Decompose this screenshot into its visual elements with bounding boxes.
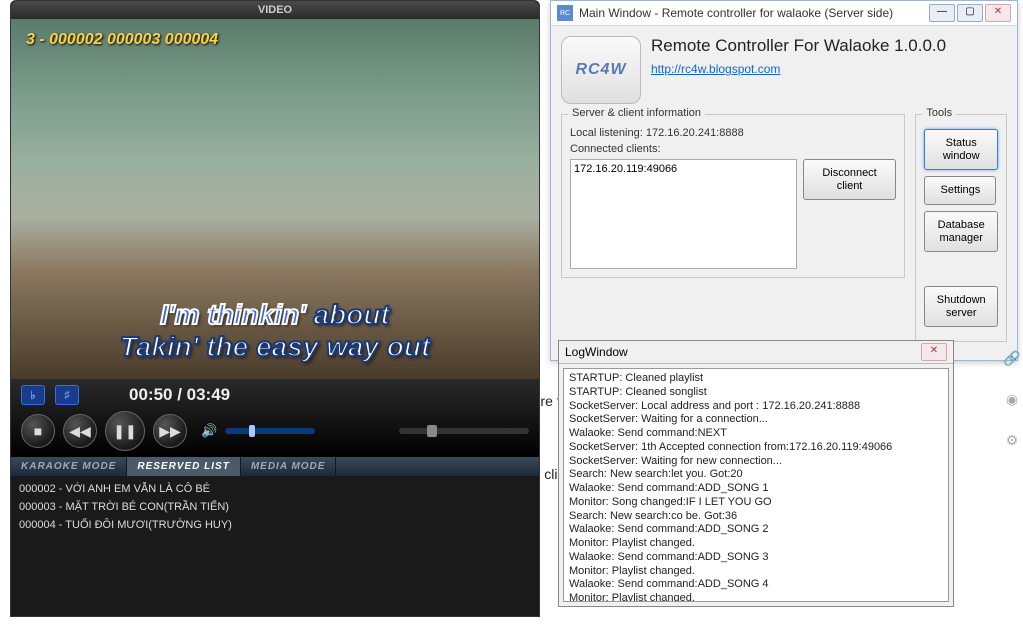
log-line: SocketServer: Waiting for a connection..… [569,413,943,427]
side-toolbar: 🔗 ◉ ⚙ [1001,342,1023,449]
close-button[interactable]: ✕ [985,4,1011,22]
lyric-text: Takin' the easy way out [11,331,539,363]
rewind-button[interactable]: ◀◀ [63,414,97,448]
queue-overlay: 3 - 000002 000003 000004 [26,31,218,49]
log-line: Walaoke: Send command:NEXT [569,427,943,441]
rc4w-window: RC Main Window - Remote controller for w… [550,0,1018,361]
forward-button[interactable]: ▶▶ [153,414,187,448]
gear-icon[interactable]: ⚙ [1006,432,1019,449]
log-window: LogWindow ✕ STARTUP: Cleaned playlistSTA… [558,340,954,607]
log-titlebar[interactable]: LogWindow ✕ [559,341,953,364]
log-line: Monitor: Playlist changed. [569,565,943,579]
log-textarea[interactable]: STARTUP: Cleaned playlistSTARTUP: Cleane… [563,368,949,602]
app-title: Remote Controller For Walaoke 1.0.0.0 [651,36,946,56]
minimize-button[interactable]: — [929,4,955,22]
pause-button[interactable]: ❚❚ [105,411,145,451]
app-icon: RC [557,5,573,21]
log-line: Search: New search:co be. Got:36 [569,510,943,524]
clients-listbox[interactable]: 172.16.20.119:49066 [570,159,797,269]
maximize-button[interactable]: ▢ [957,4,983,22]
close-button[interactable]: ✕ [921,343,947,361]
marker-icon[interactable]: ◉ [1006,391,1018,408]
server-info-group: Server & client information Local listen… [561,114,905,278]
log-line: Walaoke: Send command:ADD_SONG 3 [569,551,943,565]
list-item[interactable]: 000002 - VỚI ANH EM VẪN LÀ CÔ BÉ [19,480,531,498]
pitch-up-button[interactable]: ♯ [55,385,79,405]
log-line: Monitor: Playlist changed. [569,537,943,551]
status-window-button[interactable]: Status window [924,129,998,170]
player-controls: ♭ ♯ 00:50 / 03:49 ■ ◀◀ ❚❚ ▶▶ 🔊 [11,379,539,457]
tab-karaoke[interactable]: KARAOKE MODE [11,457,127,476]
rc4w-titlebar[interactable]: RC Main Window - Remote controller for w… [551,1,1017,26]
playlist[interactable]: 000002 - VỚI ANH EM VẪN LÀ CÔ BÉ 000003 … [11,476,539,616]
window-title: LogWindow [565,345,919,359]
list-item[interactable]: 172.16.20.119:49066 [574,163,793,175]
connected-clients-label: Connected clients: [570,143,896,155]
local-listening-value: 172.16.20.241:8888 [646,127,744,139]
shutdown-server-button[interactable]: Shutdown server [924,286,998,327]
database-manager-button[interactable]: Database manager [924,211,998,252]
tools-group: Tools Status window Settings Database ma… [915,114,1007,342]
local-listening-label: Local listening: [570,127,643,139]
volume-icon: 🔊 [201,423,217,439]
rc4w-logo: RC4W [561,36,641,104]
lyric-text: about [306,299,390,330]
lyric-highlight: I'm thinkin' [160,299,306,330]
playback-time: 00:50 / 03:49 [129,385,230,405]
log-line: SocketServer: Waiting for new connection… [569,455,943,469]
list-item[interactable]: 000003 - MẶT TRỜI BÉ CON(TRẦN TIẾN) [19,498,531,516]
list-item[interactable]: 000004 - TUỔI ĐÔI MƯƠI(TRƯỜNG HUY) [19,516,531,534]
log-line: Monitor: Song changed:IF I LET YOU GO [569,496,943,510]
tab-media[interactable]: MEDIA MODE [241,457,337,476]
group-title: Server & client information [568,107,705,119]
tab-reserved[interactable]: RESERVED LIST [127,457,240,476]
seek-slider[interactable] [399,428,529,434]
volume-slider[interactable] [225,428,315,434]
video-player-window: VIDEO 3 - 000002 000003 000004 I'm think… [10,0,540,617]
log-line: Walaoke: Send command:ADD_SONG 1 [569,482,943,496]
log-line: STARTUP: Cleaned songlist [569,386,943,400]
link-icon[interactable]: 🔗 [1003,350,1020,367]
log-line: STARTUP: Cleaned playlist [569,372,943,386]
video-screen[interactable]: 3 - 000002 000003 000004 I'm thinkin' ab… [11,19,539,379]
lyrics-overlay: I'm thinkin' about Takin' the easy way o… [11,299,539,363]
log-line: SocketServer: 1th Accepted connection fr… [569,441,943,455]
log-line: Walaoke: Send command:ADD_SONG 4 [569,578,943,592]
settings-button[interactable]: Settings [924,176,996,205]
log-line: Walaoke: Send command:ADD_SONG 2 [569,523,943,537]
log-line: Search: New search:let you. Got:20 [569,468,943,482]
pitch-down-button[interactable]: ♭ [21,385,45,405]
video-titlebar[interactable]: VIDEO [11,1,539,19]
group-title: Tools [922,107,956,119]
log-line: SocketServer: Local address and port : 1… [569,400,943,414]
stop-button[interactable]: ■ [21,414,55,448]
window-title: Main Window - Remote controller for wala… [579,6,927,20]
disconnect-client-button[interactable]: Disconnect client [803,159,897,200]
mode-tabs: KARAOKE MODE RESERVED LIST MEDIA MODE [11,457,539,476]
log-line: Monitor: Playlist changed. [569,592,943,602]
app-url-link[interactable]: http://rc4w.blogspot.com [651,62,780,76]
